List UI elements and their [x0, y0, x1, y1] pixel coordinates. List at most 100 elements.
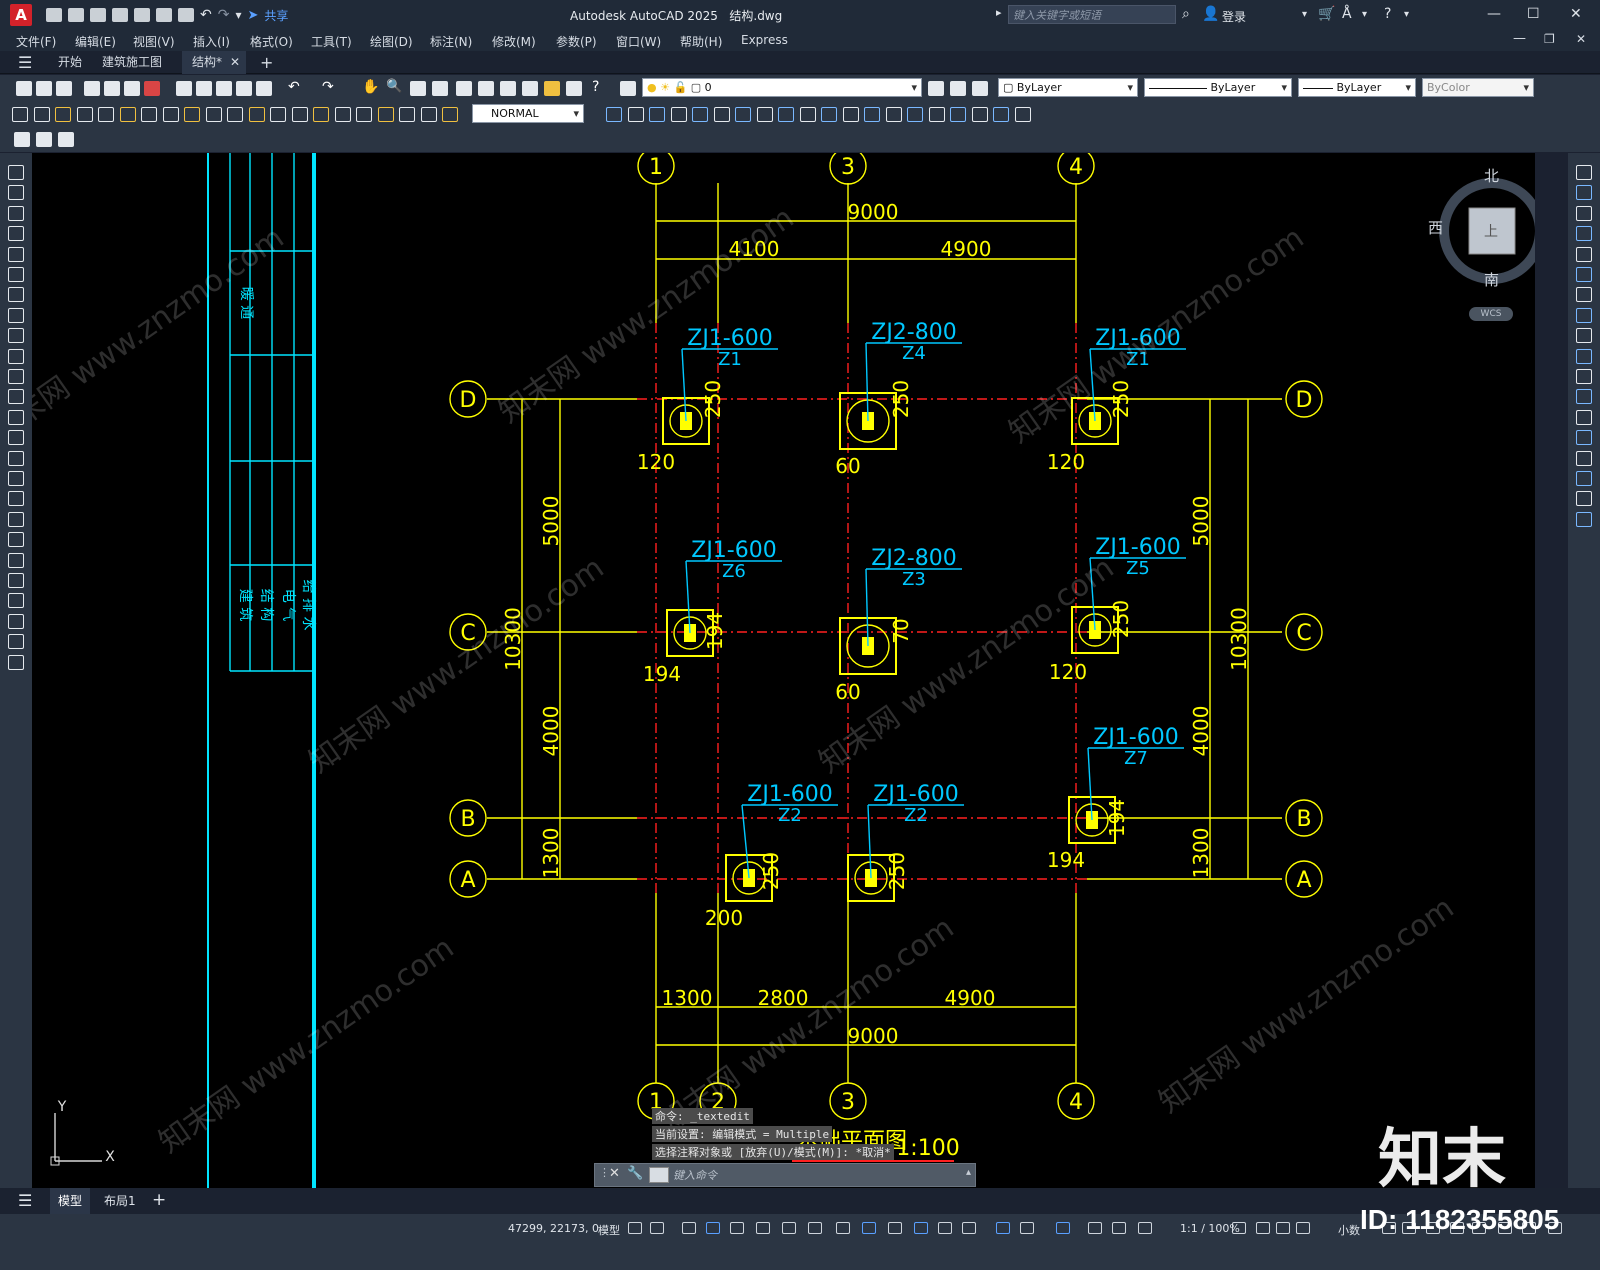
tb-close-block-icon[interactable] — [58, 132, 74, 147]
status-toggle-12-icon[interactable] — [914, 1222, 928, 1234]
draw-tool-6-icon[interactable] — [8, 267, 24, 282]
modify-tool-15-icon[interactable] — [907, 107, 923, 122]
dim-tool-10-icon[interactable] — [205, 107, 222, 122]
undo-icon[interactable]: ↶ — [200, 7, 212, 23]
modify-vertical-tool-6-icon[interactable] — [1576, 267, 1592, 282]
tb-layer-previous-icon[interactable] — [950, 81, 966, 96]
draw-tool-7-icon[interactable] — [8, 287, 24, 303]
tab-model[interactable]: 模型 — [50, 1188, 91, 1214]
tb-edit-block-icon[interactable] — [14, 132, 30, 147]
tb-block-icon[interactable] — [256, 81, 272, 96]
tb-zoom-window-icon[interactable] — [410, 81, 426, 96]
tb-sheetset-icon[interactable] — [522, 81, 538, 96]
modify-tool-9-icon[interactable] — [778, 107, 794, 122]
color-dropdown[interactable]: ▢ ByLayer ▾ — [998, 78, 1138, 97]
modify-tool-8-icon[interactable] — [756, 107, 773, 122]
modify-tool-13-icon[interactable] — [864, 107, 880, 122]
status-toggle-5-icon[interactable] — [730, 1222, 744, 1234]
modify-tool-5-icon[interactable] — [692, 107, 708, 122]
tb-properties-icon[interactable] — [456, 81, 472, 96]
tb-paste-icon[interactable] — [216, 81, 232, 96]
tb-redo-icon[interactable]: ↷ — [322, 79, 338, 95]
hamburger-menu-icon[interactable]: ☰ — [8, 51, 42, 74]
tb-make-current-icon[interactable] — [928, 81, 944, 96]
draw-tool-9-icon[interactable] — [8, 328, 24, 344]
doc-restore-icon[interactable]: ❐ — [1544, 32, 1555, 46]
save-as-icon[interactable] — [112, 8, 128, 22]
tb-pan-icon[interactable]: ✋ — [362, 79, 379, 95]
close-icon[interactable]: ✕ — [1570, 6, 1582, 22]
menu-insert[interactable]: 插入(I) — [193, 33, 230, 50]
dim-tool-6-icon[interactable] — [119, 107, 136, 122]
draw-tool-8-icon[interactable] — [8, 307, 24, 323]
tb-publish-icon[interactable] — [124, 81, 140, 96]
viewcube-top-face[interactable]: 上 — [1484, 221, 1498, 241]
menu-express[interactable]: Express — [741, 33, 788, 47]
modify-tool-18-icon[interactable] — [971, 107, 988, 122]
qat-dropdown-icon[interactable]: ▾ — [235, 8, 241, 22]
status-toggle-2-icon[interactable] — [650, 1222, 664, 1234]
modify-tool-17-icon[interactable] — [950, 107, 966, 122]
maximize-icon[interactable]: ☐ — [1527, 6, 1540, 22]
modify-tool-2-icon[interactable] — [627, 107, 644, 122]
tb-3dprint-icon[interactable] — [144, 81, 160, 96]
menu-draw[interactable]: 绘图(D) — [370, 33, 413, 50]
draw-tool-24-icon[interactable] — [8, 634, 24, 650]
publish-icon[interactable] — [134, 8, 150, 22]
dim-tool-11-icon[interactable] — [227, 107, 243, 122]
tab-close-icon[interactable]: ✕ — [220, 51, 250, 74]
draw-tool-15-icon[interactable] — [8, 450, 24, 466]
modify-tool-3-icon[interactable] — [649, 107, 665, 122]
status-toggle-14-icon[interactable] — [962, 1222, 976, 1234]
modify-tool-10-icon[interactable] — [799, 107, 816, 122]
tb-new-icon[interactable] — [16, 81, 32, 96]
annotation-scale[interactable]: 1:1 / 100% — [1180, 1222, 1240, 1235]
search-expand-icon[interactable]: ▸ — [996, 6, 1002, 19]
draw-tool-14-icon[interactable] — [8, 430, 24, 446]
dim-tool-20-icon[interactable] — [420, 107, 437, 122]
dim-tool-21-icon[interactable] — [442, 107, 458, 122]
dim-tool-14-icon[interactable] — [291, 107, 308, 122]
status-toggle-10-icon[interactable] — [862, 1222, 876, 1234]
coordinates-readout[interactable]: 47299, 22173, 0 — [508, 1222, 599, 1235]
modify-vertical-tool-9-icon[interactable] — [1576, 328, 1592, 344]
plotstyle-dropdown[interactable]: ByColor ▾ — [1422, 78, 1534, 97]
dimstyle-dropdown[interactable]: NORMAL ▾ — [472, 104, 584, 123]
tb-markup-icon[interactable] — [544, 81, 560, 96]
draw-tool-19-icon[interactable] — [8, 532, 24, 548]
dim-tool-17-icon[interactable] — [356, 107, 372, 122]
modify-tool-7-icon[interactable] — [735, 107, 751, 122]
modify-vertical-tool-17-icon[interactable] — [1576, 491, 1592, 507]
modify-tool-11-icon[interactable] — [821, 107, 837, 122]
modify-vertical-tool-14-icon[interactable] — [1576, 430, 1592, 446]
status-toggle-16-icon[interactable] — [1020, 1222, 1034, 1234]
status-toggle-17-icon[interactable] — [1056, 1222, 1070, 1234]
draw-tool-4-icon[interactable] — [8, 226, 24, 242]
modify-tool-4-icon[interactable] — [670, 107, 687, 122]
redo-icon[interactable]: ↷ — [218, 7, 230, 23]
autocad-logo-icon[interactable]: A — [10, 4, 32, 26]
status-toggle-3-icon[interactable] — [682, 1222, 696, 1234]
tb-undo-icon[interactable]: ↶ — [288, 79, 304, 95]
modify-vertical-tool-8-icon[interactable] — [1576, 307, 1592, 323]
modify-tool-19-icon[interactable] — [993, 107, 1009, 122]
share-button[interactable]: 共享 — [264, 7, 288, 24]
doc-minimize-icon[interactable]: — — [1513, 31, 1526, 46]
open-file-icon[interactable] — [68, 8, 84, 22]
status-toggle-9-icon[interactable] — [836, 1222, 850, 1234]
new-file-icon[interactable] — [46, 8, 62, 22]
tb-designcenter-icon[interactable] — [478, 81, 494, 96]
save-icon[interactable] — [90, 8, 106, 22]
print-icon[interactable] — [178, 8, 194, 22]
menu-dimension[interactable]: 标注(N) — [430, 33, 472, 50]
tb-layer-properties-icon[interactable] — [620, 81, 636, 96]
status-toggle-13-icon[interactable] — [938, 1222, 952, 1234]
status-toggle-6-icon[interactable] — [756, 1222, 770, 1234]
draw-tool-25-icon[interactable] — [8, 654, 24, 670]
modify-tool-20-icon[interactable] — [1014, 107, 1031, 122]
modify-vertical-tool-15-icon[interactable] — [1576, 450, 1592, 466]
modify-vertical-tool-13-icon[interactable] — [1576, 409, 1592, 425]
model-space-toggle[interactable]: 模型 — [598, 1222, 620, 1238]
menu-modify[interactable]: 修改(M) — [492, 33, 536, 50]
tb-toolpalettes-icon[interactable] — [500, 81, 516, 96]
